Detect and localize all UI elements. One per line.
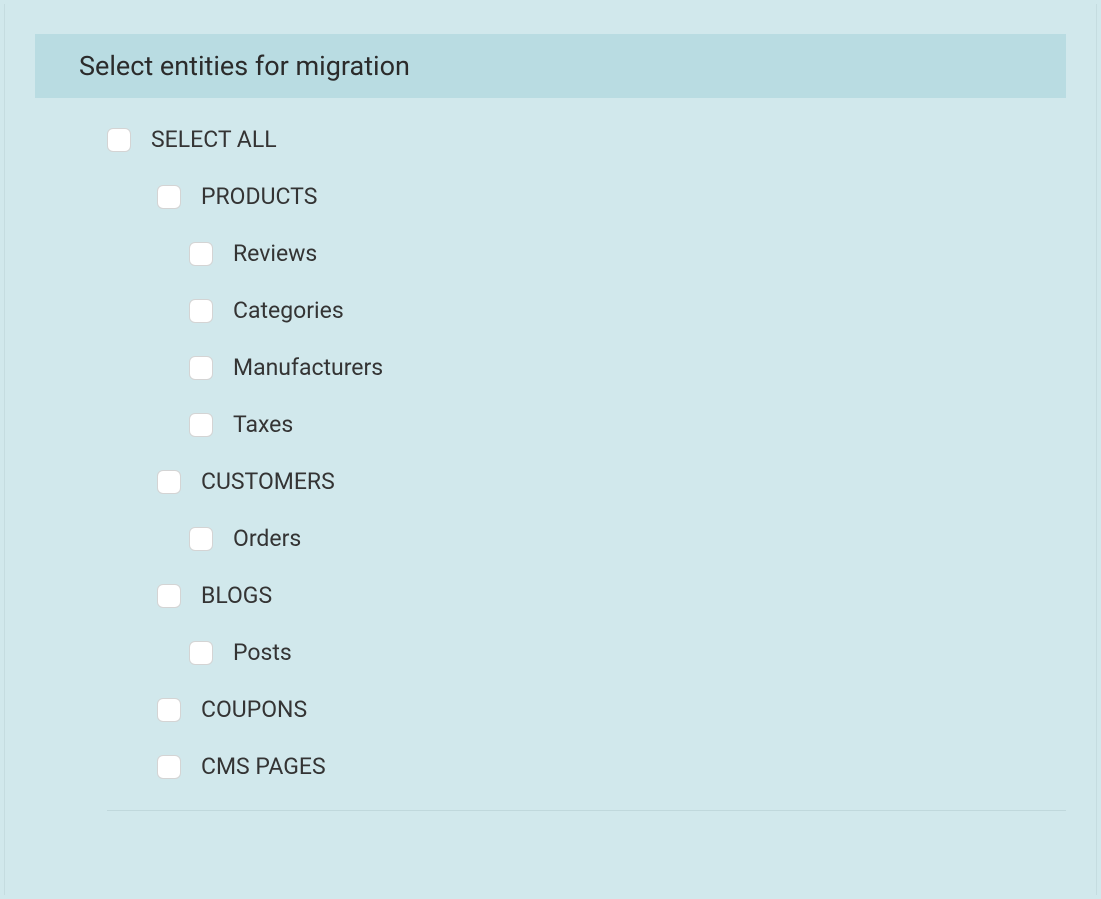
select-all-checkbox[interactable] <box>107 128 131 152</box>
taxes-label[interactable]: Taxes <box>233 411 293 438</box>
group-row-cms-pages: CMS PAGES <box>107 753 1066 780</box>
child-row-posts: Posts <box>107 639 1066 666</box>
group-row-coupons: COUPONS <box>107 696 1066 723</box>
bottom-divider <box>107 810 1066 811</box>
child-row-reviews: Reviews <box>107 240 1066 267</box>
posts-label[interactable]: Posts <box>233 639 292 666</box>
cms-pages-checkbox[interactable] <box>157 755 181 779</box>
child-row-orders: Orders <box>107 525 1066 552</box>
coupons-label[interactable]: COUPONS <box>201 696 307 723</box>
customers-label[interactable]: CUSTOMERS <box>201 468 335 495</box>
categories-checkbox[interactable] <box>189 299 213 323</box>
blogs-checkbox[interactable] <box>157 584 181 608</box>
manufacturers-label[interactable]: Manufacturers <box>233 354 383 381</box>
entity-list: SELECT ALL PRODUCTS Reviews Categories M… <box>35 126 1066 811</box>
reviews-checkbox[interactable] <box>189 242 213 266</box>
products-checkbox[interactable] <box>157 185 181 209</box>
posts-checkbox[interactable] <box>189 641 213 665</box>
child-row-taxes: Taxes <box>107 411 1066 438</box>
orders-checkbox[interactable] <box>189 527 213 551</box>
migration-entities-panel: Select entities for migration SELECT ALL… <box>4 4 1097 895</box>
cms-pages-label[interactable]: CMS PAGES <box>201 753 326 780</box>
manufacturers-checkbox[interactable] <box>189 356 213 380</box>
group-row-products: PRODUCTS <box>107 183 1066 210</box>
blogs-label[interactable]: BLOGS <box>201 582 272 609</box>
coupons-checkbox[interactable] <box>157 698 181 722</box>
products-label[interactable]: PRODUCTS <box>201 183 317 210</box>
group-row-customers: CUSTOMERS <box>107 468 1066 495</box>
select-all-label[interactable]: SELECT ALL <box>151 126 277 153</box>
panel-title: Select entities for migration <box>79 50 1022 82</box>
child-row-categories: Categories <box>107 297 1066 324</box>
taxes-checkbox[interactable] <box>189 413 213 437</box>
categories-label[interactable]: Categories <box>233 297 344 324</box>
customers-checkbox[interactable] <box>157 470 181 494</box>
orders-label[interactable]: Orders <box>233 525 301 552</box>
group-row-blogs: BLOGS <box>107 582 1066 609</box>
select-all-row: SELECT ALL <box>107 126 1066 153</box>
panel-header: Select entities for migration <box>35 34 1066 98</box>
reviews-label[interactable]: Reviews <box>233 240 317 267</box>
child-row-manufacturers: Manufacturers <box>107 354 1066 381</box>
